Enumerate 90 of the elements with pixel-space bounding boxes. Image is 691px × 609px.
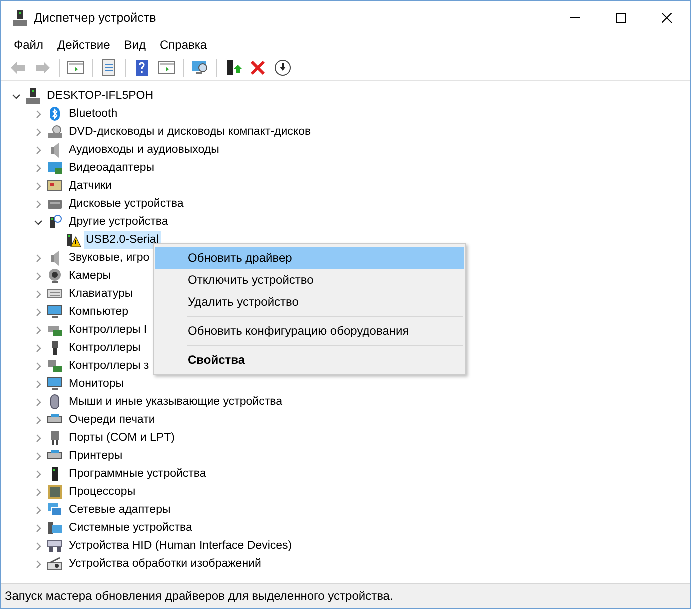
- chevron-right-icon[interactable]: [34, 488, 43, 496]
- properties-icon: [100, 58, 118, 76]
- tree-item[interactable]: Клавиатуры: [67, 285, 136, 303]
- chevron-right-icon[interactable]: [34, 272, 43, 280]
- system-icon: [47, 520, 63, 536]
- context-menu-item[interactable]: Обновить конфигурацию оборудования: [155, 320, 464, 342]
- tree-item[interactable]: DVD-дисководы и дисководы компакт-дисков: [67, 123, 314, 141]
- menu-item[interactable]: Справка: [153, 35, 214, 55]
- tree-item[interactable]: Мыши и иные указывающие устройства: [67, 393, 285, 411]
- chevron-right-icon[interactable]: [34, 434, 43, 442]
- panel-icon: [67, 58, 85, 76]
- chevron-right-icon[interactable]: [34, 290, 43, 298]
- tree-item[interactable]: Дисковые устройства: [67, 195, 186, 213]
- help-icon: [133, 58, 151, 76]
- context-menu-item[interactable]: Отключить устройство: [155, 269, 464, 291]
- chevron-right-icon[interactable]: [34, 470, 43, 478]
- tree-item[interactable]: Устройства HID (Human Interface Devices): [67, 537, 294, 555]
- chevron-right-icon[interactable]: [34, 308, 43, 316]
- scanner-icon: [47, 556, 63, 572]
- tree-item[interactable]: Программные устройства: [67, 465, 208, 483]
- tree-item[interactable]: Очереди печати: [67, 411, 158, 429]
- chevron-right-icon[interactable]: [34, 506, 43, 514]
- close-icon: [249, 58, 267, 76]
- chevron-right-icon[interactable]: [34, 344, 43, 352]
- chevron-right-icon[interactable]: [34, 560, 43, 568]
- context-menu-item[interactable]: Свойства: [155, 349, 464, 371]
- tree-item[interactable]: Звуковые, игро: [67, 249, 152, 267]
- monitor-search-icon: [191, 58, 209, 76]
- computer-tower-icon: [25, 88, 41, 104]
- chevron-down-icon[interactable]: [34, 218, 43, 226]
- tree-item[interactable]: Bluetooth: [67, 105, 120, 123]
- close-icon: [662, 13, 672, 23]
- tree-item[interactable]: Сетевые адаптеры: [67, 501, 173, 519]
- tree-item[interactable]: DESKTOP-IFL5POH: [45, 87, 156, 105]
- bluetooth-icon: [47, 106, 63, 122]
- unknown-device-icon: [47, 214, 63, 230]
- chevron-right-icon[interactable]: [34, 542, 43, 550]
- tree-item[interactable]: Контроллеры з: [67, 357, 152, 375]
- tree-item[interactable]: Системные устройства: [67, 519, 194, 537]
- context-menu-item[interactable]: Удалить устройство: [155, 291, 464, 313]
- chevron-right-icon[interactable]: [34, 362, 43, 370]
- chevron-right-icon[interactable]: [34, 380, 43, 388]
- context-menu-item[interactable]: Обновить драйвер: [155, 247, 464, 269]
- menu-item[interactable]: Файл: [7, 35, 51, 55]
- tree-item[interactable]: Датчики: [67, 177, 114, 195]
- chevron-right-icon[interactable]: [34, 164, 43, 172]
- chevron-right-icon[interactable]: [34, 146, 43, 154]
- disc-drive-icon: [47, 124, 63, 140]
- tree-item[interactable]: Процессоры: [67, 483, 138, 501]
- update-driver-icon: [224, 58, 242, 76]
- tree-item[interactable]: Камеры: [67, 267, 114, 285]
- chevron-right-icon[interactable]: [34, 200, 43, 208]
- window-title: Диспетчер устройств: [34, 10, 156, 27]
- tree-item[interactable]: Устройства обработки изображений: [67, 555, 264, 573]
- panel-icon: [158, 58, 176, 76]
- tree-item[interactable]: Мониторы: [67, 375, 126, 393]
- display-adapter-icon: [47, 160, 63, 176]
- chevron-right-icon[interactable]: [34, 452, 43, 460]
- chevron-right-icon[interactable]: [34, 128, 43, 136]
- tree-item[interactable]: USB2.0-Serial: [84, 231, 161, 249]
- computer-tower-icon: [13, 10, 27, 26]
- chevron-right-icon[interactable]: [34, 254, 43, 262]
- tree-item[interactable]: Компьютер: [67, 303, 131, 321]
- tree-item[interactable]: Порты (COM и LPT): [67, 429, 177, 447]
- menu-item[interactable]: Вид: [117, 35, 153, 55]
- chevron-right-icon[interactable]: [34, 110, 43, 118]
- gamepad-icon: [47, 538, 63, 554]
- chevron-right-icon[interactable]: [34, 398, 43, 406]
- tree-item[interactable]: Аудиовходы и аудиовыходы: [67, 141, 222, 159]
- chip-icon: [47, 484, 63, 500]
- monitor-icon: [47, 304, 63, 320]
- menu-item[interactable]: Действие: [50, 35, 118, 55]
- tree-item[interactable]: Другие устройства: [67, 213, 170, 231]
- chevron-right-icon[interactable]: [34, 326, 43, 334]
- webcam-icon: [47, 268, 63, 284]
- tree-item[interactable]: Принтеры: [67, 447, 125, 465]
- tree-item[interactable]: Контроллеры I: [67, 321, 150, 339]
- network-icon: [47, 502, 63, 518]
- monitor-icon: [47, 376, 63, 392]
- chevron-right-icon[interactable]: [34, 182, 43, 190]
- chevron-right-icon[interactable]: [34, 524, 43, 532]
- warning-device-icon: [65, 232, 81, 248]
- sensor-icon: [47, 178, 63, 194]
- controller-icon: [47, 358, 63, 374]
- maximize-icon: [616, 13, 626, 23]
- tree-item[interactable]: Контроллеры: [67, 339, 143, 357]
- status-bar: Запуск мастера обновления драйверов для выделенного устройства.: [1, 583, 690, 608]
- tree-item[interactable]: Видеоадаптеры: [67, 159, 157, 177]
- chevron-down-icon[interactable]: [12, 92, 21, 100]
- chevron-right-icon[interactable]: [34, 416, 43, 424]
